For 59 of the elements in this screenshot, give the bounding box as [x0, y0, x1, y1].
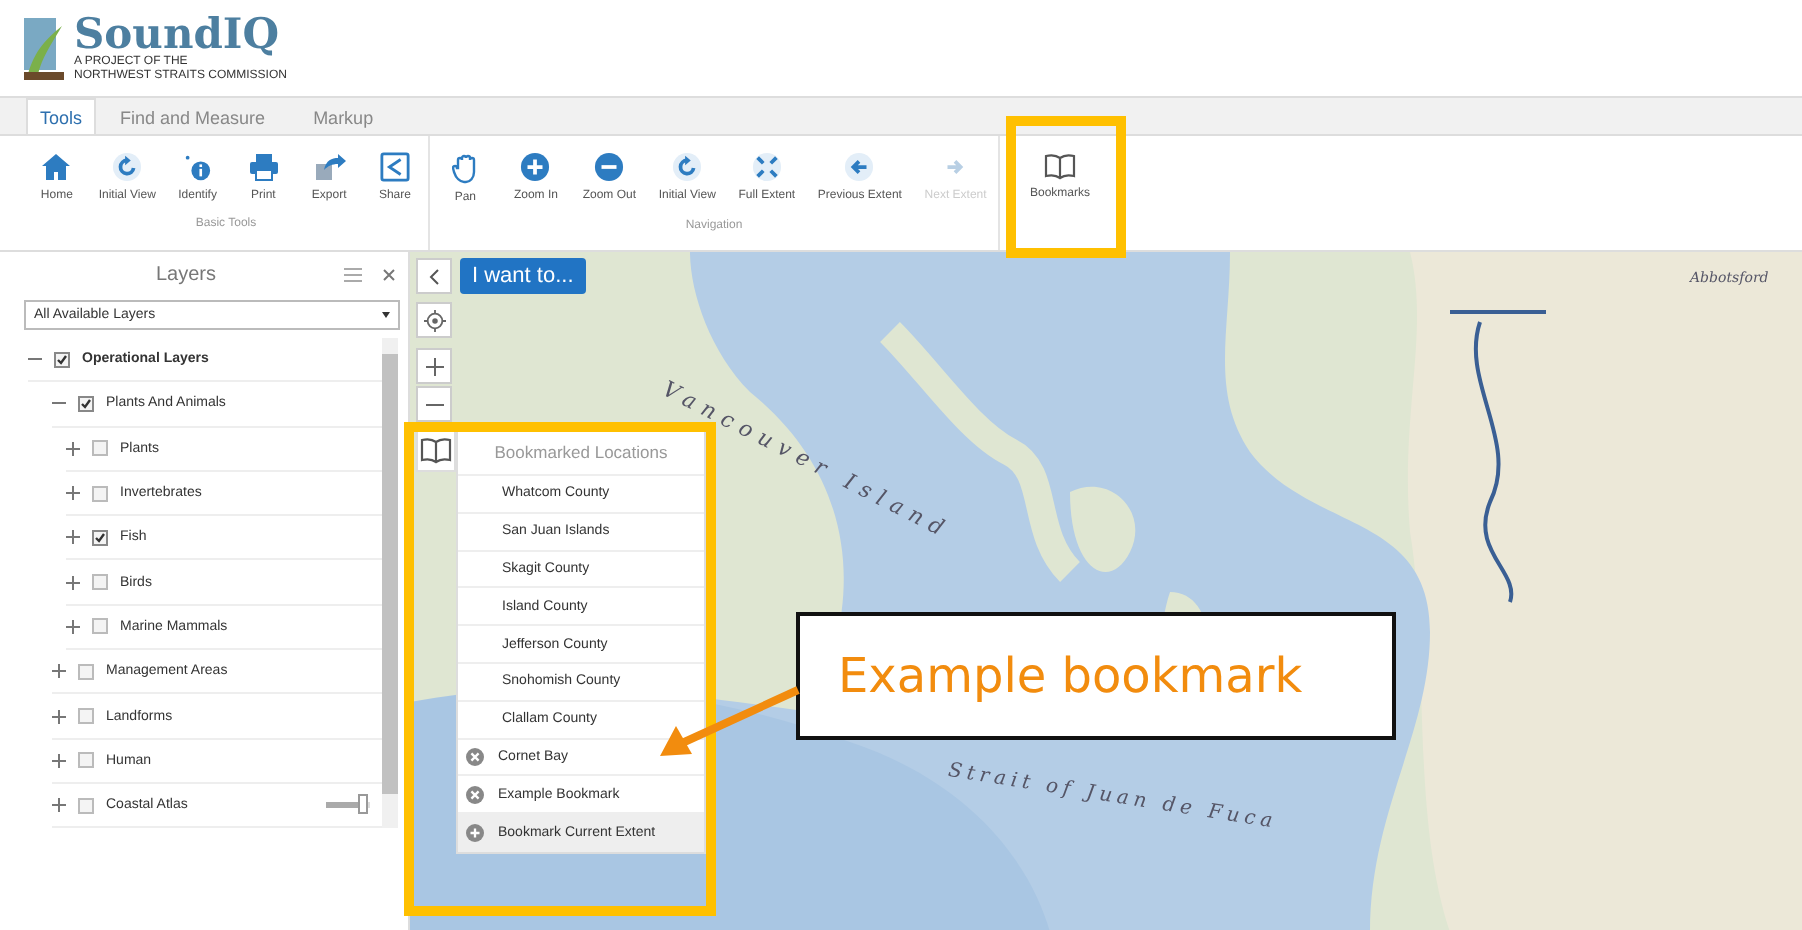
export-icon: [313, 152, 346, 182]
checkbox[interactable]: [92, 618, 108, 635]
refresh-icon: [112, 152, 143, 182]
expand-icon[interactable]: [52, 753, 66, 768]
checkbox[interactable]: [78, 708, 94, 725]
scrollbar[interactable]: [382, 338, 398, 829]
highlight-frame: [1006, 116, 1126, 258]
expand-icon[interactable]: [52, 709, 66, 724]
close-icon[interactable]: [382, 267, 396, 281]
expand-icon[interactable]: [66, 441, 80, 456]
refresh-icon: [672, 152, 703, 182]
chevron-left-icon: [428, 267, 440, 285]
zoom-out-icon: [594, 152, 625, 182]
expand-icon[interactable]: [66, 530, 80, 545]
checkbox[interactable]: [78, 752, 94, 769]
caret-icon: [382, 312, 390, 318]
remove-icon[interactable]: [466, 747, 484, 766]
printer-icon: [247, 152, 280, 182]
home-icon: [40, 152, 73, 182]
add-icon[interactable]: [466, 823, 484, 842]
checkbox[interactable]: [92, 485, 108, 502]
info-icon: [182, 152, 213, 182]
checkbox[interactable]: [78, 797, 94, 814]
share-icon: [379, 152, 410, 182]
callout-text: Example bookmark: [796, 612, 1396, 740]
zoom-in-icon: [520, 152, 551, 182]
checkbox[interactable]: [92, 440, 108, 457]
checkbox[interactable]: [54, 351, 70, 368]
map-label: Strait of Juan de Fuca: [946, 760, 1279, 834]
panel-title: Layers: [153, 263, 218, 285]
locate-button[interactable]: [416, 302, 452, 338]
zoom-in-button[interactable]: [416, 348, 452, 384]
checkbox[interactable]: [78, 663, 94, 680]
checkbox[interactable]: [92, 574, 108, 591]
slider-thumb[interactable]: [357, 793, 368, 814]
expand-icon[interactable]: [66, 619, 80, 634]
plus-icon: [425, 357, 443, 375]
expand-icon[interactable]: [52, 798, 66, 813]
zoom-out-button[interactable]: [416, 386, 452, 422]
app-title: SoundIQ: [74, 12, 282, 56]
minus-icon: [425, 403, 443, 405]
expand-icon[interactable]: [52, 664, 66, 679]
list-icon[interactable]: [344, 267, 362, 281]
book-icon: [420, 436, 452, 464]
expand-icon[interactable]: [66, 575, 80, 590]
hand-icon: [451, 152, 480, 184]
full-extent-icon: [751, 152, 782, 182]
callout-arrow: [656, 682, 800, 762]
expand-icon[interactable]: [66, 486, 80, 501]
tab[interactable]: Tools: [26, 98, 97, 134]
checkbox[interactable]: [78, 395, 94, 412]
logo-icon: [22, 14, 66, 82]
locate-icon: [423, 309, 445, 331]
bookmarks-button[interactable]: [416, 428, 456, 472]
book-icon: [1044, 152, 1076, 180]
i-want-to-button[interactable]: I want to...: [460, 258, 586, 294]
checkbox[interactable]: [92, 529, 108, 546]
collapse-button[interactable]: [416, 258, 452, 294]
remove-icon[interactable]: [466, 785, 484, 804]
